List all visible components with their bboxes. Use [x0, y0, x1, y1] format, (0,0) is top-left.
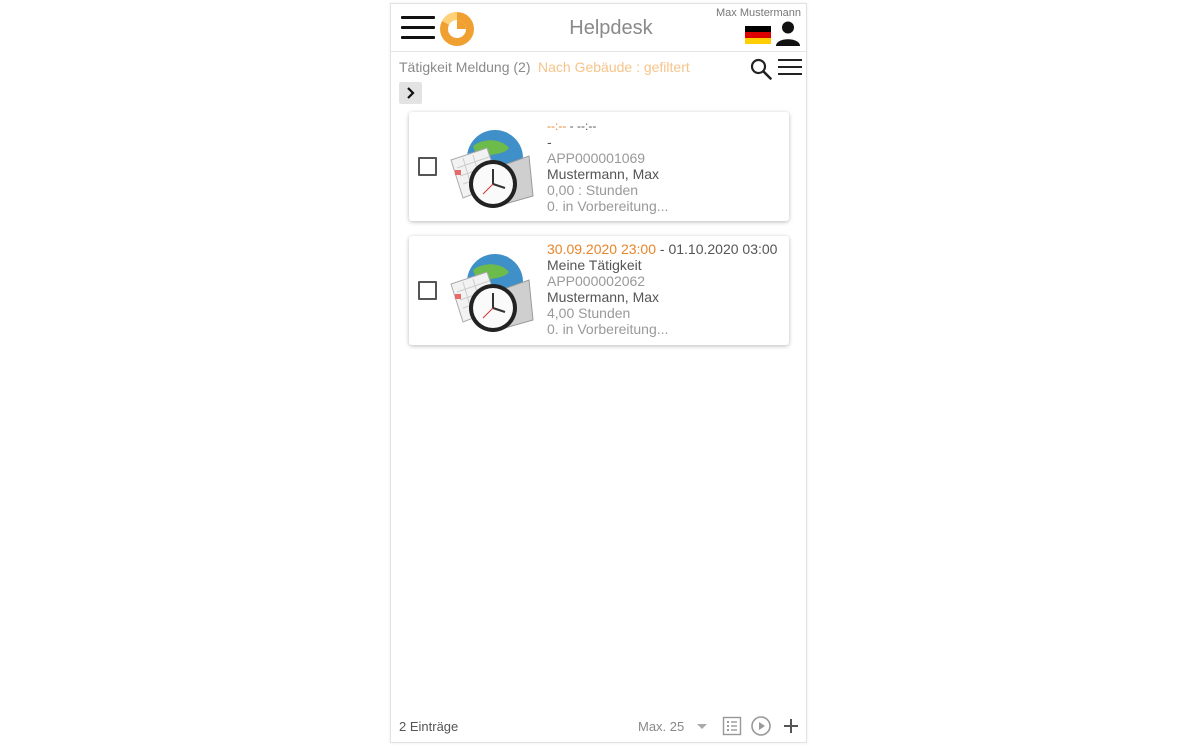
- person-icon[interactable]: [775, 20, 801, 46]
- record-start: 30.09.2020 23:00: [547, 241, 656, 257]
- record-hours: 0,00 : Stunden: [547, 182, 639, 198]
- record-hours: 4,00 Stunden: [547, 305, 631, 321]
- page-title: Helpdesk: [569, 17, 653, 39]
- add-icon[interactable]: [780, 715, 802, 737]
- breadcrumb: Tätigkeit Meldung (2): [399, 59, 531, 75]
- flag-de-icon[interactable]: [745, 26, 771, 44]
- entry-count: 2 Einträge: [399, 719, 459, 734]
- record-details: --:-- - --:-- - APP000001069 Mustermann,…: [547, 117, 668, 214]
- app-frame: Helpdesk Max Mustermann Tätigkeit Meldun…: [390, 3, 807, 743]
- calendar-clock-icon: [450, 130, 534, 208]
- list-toolbar: Tätigkeit Meldung (2) Nach Gebäude : gef…: [391, 52, 806, 80]
- record-person: Mustermann, Max: [547, 289, 660, 305]
- page-size-select[interactable]: Max. 25: [638, 719, 684, 734]
- record-end: --:--: [577, 119, 597, 133]
- user-name: Max Mustermann: [716, 7, 801, 19]
- record-id: APP000002062: [547, 273, 646, 289]
- list-menu-icon[interactable]: [778, 59, 802, 79]
- app-logo-icon[interactable]: [439, 11, 475, 47]
- calendar-clock-icon: [450, 254, 534, 332]
- hamburger-icon[interactable]: [401, 16, 435, 40]
- record-end: 01.10.2020 03:00: [668, 241, 778, 257]
- list-view-icon[interactable]: [721, 715, 743, 737]
- record-id: APP000001069: [547, 150, 646, 166]
- filter-status[interactable]: Nach Gebäude : gefiltert: [538, 59, 690, 75]
- record-status: 0. in Vorbereitung...: [547, 321, 669, 337]
- search-icon[interactable]: [749, 57, 773, 81]
- record-status: 0. in Vorbereitung...: [547, 198, 669, 214]
- record-checkbox[interactable]: [418, 281, 437, 300]
- chevron-right-icon: [407, 87, 415, 99]
- record-start: --:--: [547, 119, 567, 133]
- play-circle-icon[interactable]: [750, 715, 772, 737]
- chevron-down-icon[interactable]: [697, 724, 707, 729]
- record-details: 30.09.2020 23:00 - 01.10.2020 03:00 Mein…: [547, 241, 777, 337]
- record-card[interactable]: 30.09.2020 23:00 - 01.10.2020 03:00 Mein…: [409, 236, 789, 345]
- record-title: Meine Tätigkeit: [547, 257, 642, 273]
- app-header: Helpdesk Max Mustermann: [391, 4, 806, 52]
- record-title: -: [547, 134, 552, 150]
- record-separator: -: [656, 241, 669, 257]
- record-person: Mustermann, Max: [547, 166, 660, 182]
- expand-button[interactable]: [399, 82, 422, 104]
- record-card[interactable]: --:-- - --:-- - APP000001069 Mustermann,…: [409, 112, 789, 221]
- list-footer: 2 Einträge Max. 25: [391, 710, 806, 742]
- record-checkbox[interactable]: [418, 157, 437, 176]
- record-separator: -: [566, 119, 577, 133]
